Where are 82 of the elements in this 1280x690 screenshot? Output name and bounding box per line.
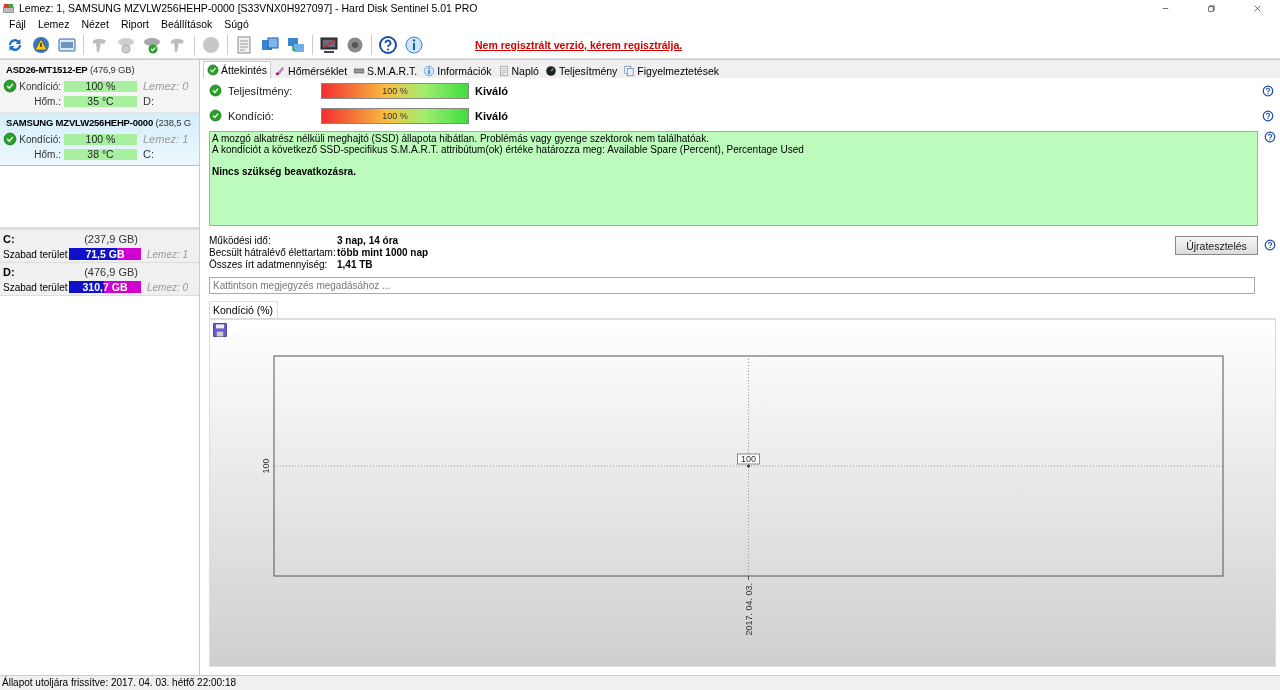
recommendation: Nincs szükség beavatkozásra.: [212, 166, 357, 177]
condition-value: 100 %: [84, 80, 117, 92]
volume-size: (237,9 GB): [83, 233, 138, 245]
stat-value: 1,41 TB: [337, 259, 374, 271]
speaker-icon[interactable]: [345, 35, 365, 55]
menu-item[interactable]: Fájl: [3, 18, 32, 30]
disk-name: ASD26-MT1512-EP: [6, 64, 88, 75]
status-message: A mozgó alkatrész nélküli meghajtó (SSD) állapota hibátlan. Problémás vagy gyenge szektorok nem találhatóak. A kondíciót a következő SSD-specifikus S.M.A.R.T. attribútum(ok) értéke határozza meg: Available Spare (Percent), Percentage Used: [212, 133, 805, 155]
menu-item[interactable]: Nézet: [75, 18, 115, 30]
disk-size: (476,9 GB): [89, 64, 135, 75]
menu-item[interactable]: Súgó: [218, 18, 255, 30]
chart-tab[interactable]: Kondíció (%): [209, 301, 279, 318]
document-icon: [497, 64, 510, 77]
restore-icon[interactable]: [1205, 2, 1217, 14]
save-icon[interactable]: [212, 322, 228, 338]
check-icon: [3, 79, 17, 93]
drive-letter: C:: [142, 148, 155, 160]
stat-label: Becsült hátralévő élettartam:: [209, 247, 337, 259]
temperature-label: Hőm.:: [33, 148, 62, 160]
network-icon[interactable]: [286, 35, 306, 55]
help-icon[interactable]: [1262, 84, 1274, 97]
thermometer-icon: [274, 64, 287, 77]
temperature-value: 38 °C: [86, 148, 115, 160]
help-icon[interactable]: [1264, 239, 1276, 251]
meter-value: 100 %: [381, 84, 409, 98]
gauge-icon: [544, 64, 557, 77]
status-bar: Állapot utoljára frissítve: 2017. 04. 03. hétfő 22:00:18: [0, 675, 1280, 690]
stat-value: több mint 1000 nap: [337, 247, 430, 259]
meter-rating: Kiváló: [475, 84, 509, 97]
menu-item[interactable]: Lemez: [31, 18, 76, 30]
disk-number: Lemez: 1: [146, 248, 190, 260]
volume-letter: D:: [3, 266, 16, 278]
help-icon[interactable]: [378, 35, 398, 55]
meter-label: Kondíció:: [227, 109, 275, 122]
pages-icon: [623, 64, 636, 77]
stat-label: Működési idő:: [209, 235, 272, 247]
check-icon: [3, 132, 17, 146]
condition-label: Kondíció:: [18, 80, 62, 92]
registration-link[interactable]: Nem regisztrált verzió, kérem regisztrálja.: [475, 39, 683, 51]
drive-letter: D:: [142, 95, 155, 107]
data-label: 100: [737, 453, 760, 465]
check-icon: [209, 109, 222, 122]
meter-rating: Kiváló: [475, 109, 509, 122]
note-field[interactable]: Kattintson megjegyzés megadásához ...: [209, 277, 1255, 294]
free-space-label: Szabad terület: [3, 281, 69, 293]
help-icon[interactable]: [1264, 131, 1276, 143]
warning-icon[interactable]: [31, 35, 51, 55]
app-icon: [2, 1, 15, 15]
tab[interactable]: Áttekintés: [203, 61, 272, 78]
stat-value: 3 nap, 14 óra: [337, 235, 400, 247]
volume-size: (476,9 GB): [83, 266, 138, 278]
temperature-label: Hőm.:: [33, 95, 62, 107]
disk-card[interactable]: ASD26-MT1512-EP (476,9 GB) Kondíció: 100 % Lemez: 0 Hőm.: 35 °C D:: [0, 60, 199, 113]
retest-button[interactable]: Újratesztelés: [1175, 236, 1258, 255]
menu-item[interactable]: Riport: [114, 18, 155, 30]
window-title: Lemez: 1, SAMSUNG MZVLW256HEHP-0000 [S33VNX0H927097] - Hard Disk Sentinel 5.01 PRO: [18, 2, 479, 14]
meter-value: 100 %: [381, 109, 409, 123]
disk-number: Lemez: 1: [142, 133, 190, 145]
info-icon: [423, 64, 436, 77]
disk-card[interactable]: SAMSUNG MZVLW256HEHP-0000 (238,5 G Kondíció: 100 % Lemez: 1 Hőm.: 38 °C C:: [0, 113, 199, 166]
info-icon[interactable]: [404, 35, 424, 55]
disk-size: (238,5 G: [155, 117, 191, 128]
monitor-icon[interactable]: [319, 35, 339, 55]
y-axis-mark: 100: [261, 458, 271, 474]
condition-label: Kondíció:: [18, 133, 62, 145]
temperature-value: 35 °C: [86, 95, 115, 107]
disk-number: Lemez: 0: [146, 281, 190, 293]
condition-value: 100 %: [84, 133, 117, 145]
menu-item[interactable]: Beállítások: [154, 18, 219, 30]
free-space-label: Szabad terület: [3, 248, 69, 260]
check-icon: [207, 64, 219, 76]
stat-label: Összes írt adatmennyiség:: [209, 259, 329, 271]
volume-letter: C:: [3, 233, 16, 245]
meter-label: Teljesítmény:: [227, 84, 294, 97]
disk-number: Lemez: 0: [142, 80, 190, 92]
disk-name: SAMSUNG MZVLW256HEHP-0000: [6, 117, 154, 128]
check-icon: [209, 84, 222, 97]
tab[interactable]: Információk: [420, 63, 495, 78]
help-icon[interactable]: [1262, 109, 1274, 122]
drive-check-icon[interactable]: [142, 35, 162, 55]
drive-icon[interactable]: [57, 35, 77, 55]
x-tick-label: 2017. 04. 03.: [743, 583, 754, 636]
